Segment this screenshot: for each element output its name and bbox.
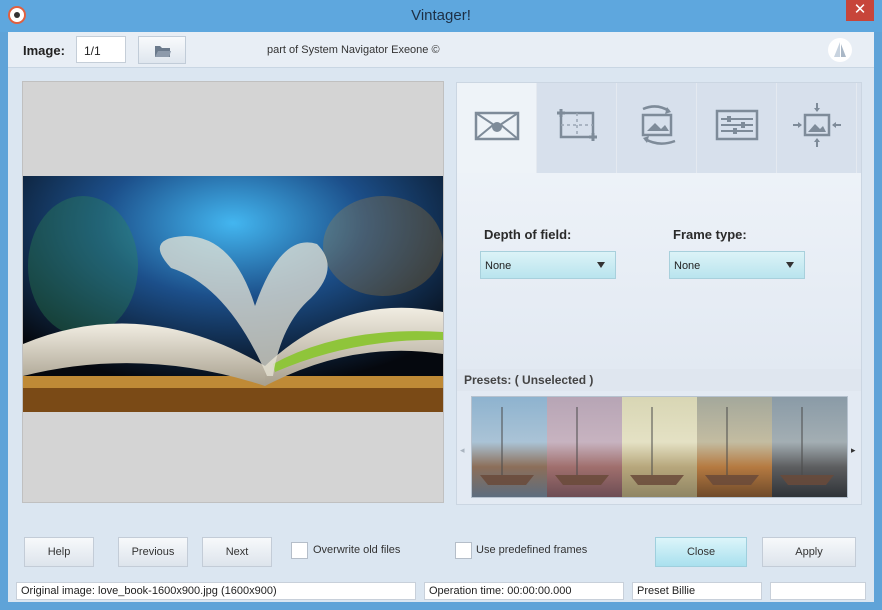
sail-logo-icon (828, 38, 852, 62)
status-bar: Original image: love_book-1600x900.jpg (… (8, 580, 874, 602)
frame-type-value: None (674, 260, 701, 272)
predefined-frames-checkbox[interactable] (455, 542, 472, 559)
depth-of-field-value: None (485, 260, 512, 272)
help-button[interactable]: Help (24, 537, 94, 567)
next-button[interactable]: Next (202, 537, 272, 567)
chevron-down-icon (786, 262, 794, 268)
presets-header: Presets: ( Unselected ) (457, 369, 861, 391)
chevron-down-icon (597, 262, 605, 268)
image-toolbar: Image: 1/1 part of System Navigator Exeo… (8, 32, 874, 68)
main-window: Image: 1/1 part of System Navigator Exeo… (8, 32, 874, 602)
effect-tabs (457, 83, 861, 173)
sliders-icon (715, 109, 759, 141)
depth-of-field-label: Depth of field: (484, 227, 572, 242)
apply-button[interactable]: Apply (762, 537, 856, 567)
status-original-image: Original image: love_book-1600x900.jpg (… (16, 582, 416, 600)
tab-rotate[interactable] (617, 83, 697, 173)
depth-of-field-select[interactable]: None (480, 251, 616, 279)
tab-crop[interactable] (537, 83, 617, 173)
previous-button[interactable]: Previous (118, 537, 188, 567)
image-index-field[interactable]: 1/1 (76, 36, 126, 63)
rotate-image-icon (641, 105, 676, 145)
crop-icon (557, 109, 597, 141)
preview-photo (23, 176, 443, 412)
status-operation-time: Operation time: 00:00:00.000 (424, 582, 624, 600)
tab-resize[interactable] (777, 83, 857, 173)
envelope-frame-icon (474, 111, 520, 141)
open-folder-button[interactable] (138, 36, 186, 64)
title-bar: Vintager! ✕ (0, 0, 882, 32)
overwrite-label: Overwrite old files (313, 544, 401, 556)
presets-left-arrow[interactable]: ◂ (460, 445, 465, 456)
image-label: Image: (23, 43, 65, 58)
tab-adjust[interactable] (697, 83, 777, 173)
predefined-frames-label: Use predefined frames (476, 544, 588, 556)
effects-panel: Depth of field: None Frame type: None Pr… (456, 82, 862, 505)
window-close-button[interactable]: ✕ (846, 0, 874, 21)
close-button[interactable]: Close (655, 537, 747, 567)
frame-type-label: Frame type: (673, 227, 747, 242)
presets-right-arrow[interactable]: ▸ (851, 445, 856, 456)
status-extra (770, 582, 866, 600)
effect-controls: Depth of field: None Frame type: None (457, 173, 861, 369)
presets-strip (471, 396, 848, 498)
presets-label: Presets: ( Unselected ) (464, 373, 594, 387)
frame-type-select[interactable]: None (669, 251, 805, 279)
tab-frame-effects[interactable] (457, 83, 537, 173)
overwrite-checkbox[interactable] (291, 542, 308, 559)
status-preset: Preset Billie (632, 582, 762, 600)
part-of-text: part of System Navigator Exeone © (267, 44, 440, 56)
resize-image-icon (793, 103, 841, 147)
window-title: Vintager! (411, 7, 471, 24)
image-preview (22, 81, 444, 503)
folder-open-icon (155, 46, 171, 57)
